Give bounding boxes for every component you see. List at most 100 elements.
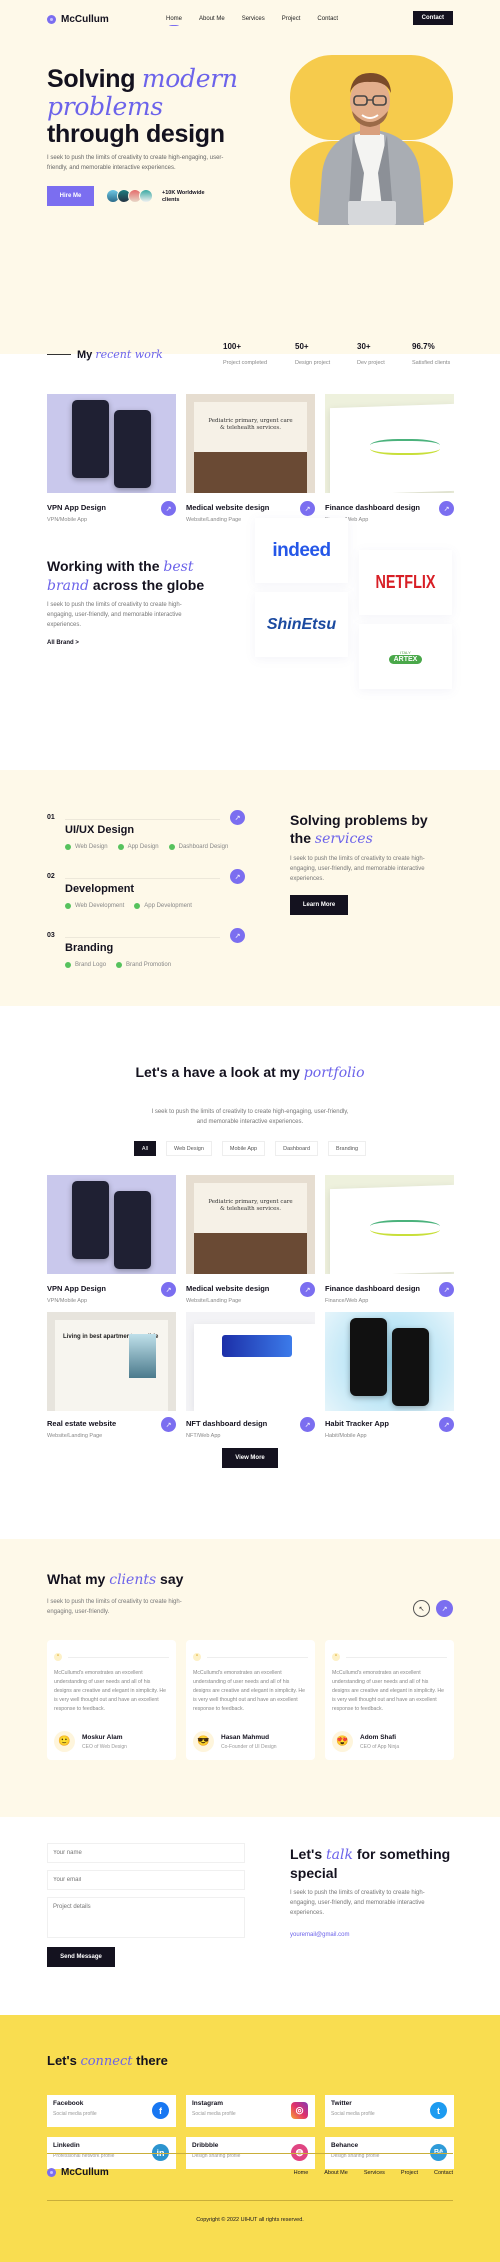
footer-link-contact[interactable]: Contact [434, 2170, 453, 2176]
project-card[interactable]: Medical website designWebsite/Landing Pa… [186, 1175, 315, 1304]
finance-thumbnail [325, 1175, 454, 1274]
person-photo [318, 73, 424, 225]
medical-thumbnail [186, 394, 315, 493]
arrow-icon[interactable]: ↗ [161, 1417, 176, 1432]
contact-section: Send Message Let's talk for something sp… [0, 1817, 500, 2015]
artex-logo: ITALY ARTEX [388, 650, 423, 664]
social-card-facebook[interactable]: Facebook Social media profile f [47, 2095, 176, 2127]
project-card[interactable]: Finance dashboard design Finance/Web App ↗ [325, 1175, 454, 1304]
stat-item: 50+ Design project [295, 342, 331, 366]
services-subtitle: I seek to push the limits of creativity … [290, 856, 425, 882]
contact-subtitle: I seek to push the limits of creativity … [290, 1890, 425, 1916]
portfolio-filters: All Web Design Mobile App Dashboard Bran… [0, 1141, 500, 1156]
arrow-icon[interactable]: ↗ [230, 928, 245, 943]
arrow-icon[interactable]: ↗ [161, 1282, 176, 1297]
filter-mobile-app[interactable]: Mobile App [221, 1141, 266, 1156]
brand-card-netflix: NETFLIX [359, 550, 452, 615]
services-section: 01 ↗ UI/UX Design Web Design App Design Da… [0, 770, 500, 1006]
filter-branding[interactable]: Branding [328, 1141, 367, 1156]
arrow-icon[interactable]: ↗ [300, 1417, 315, 1432]
footer-logo[interactable]: McCullum [47, 2167, 109, 2178]
check-icon [65, 962, 71, 968]
stats: 100+ Project completed 50+ Design project … [223, 342, 450, 369]
project-card[interactable]: Real estate websiteWebsite/Landing Page↗ [47, 1312, 176, 1439]
hero-portrait [290, 55, 453, 225]
contact-button[interactable]: Contact [412, 11, 453, 25]
stat-item: 100+ Project completed [223, 342, 268, 366]
email-field[interactable] [47, 1870, 245, 1890]
recent-work-section: My recent work 100+ Project completed 50+… [0, 330, 500, 523]
shinetsu-logo: ShinEtsu [266, 615, 337, 633]
netflix-logo: NETFLIX [375, 572, 436, 592]
tag: App Design [117, 844, 159, 850]
quote-icon: “ [54, 1653, 62, 1661]
arrow-icon[interactable]: ↗ [439, 1417, 454, 1432]
nav-project[interactable]: Project [282, 16, 301, 22]
stat-item: 96.7% Satisfied clients [412, 342, 451, 366]
brand-logo[interactable]: McCullum [47, 14, 109, 25]
testimonials-title: What my clients say [47, 1571, 184, 1588]
check-icon [134, 903, 141, 909]
project-card[interactable]: VPN App Design VPN/Mobile App ↗ [47, 1175, 176, 1304]
name-field[interactable] [47, 1843, 245, 1863]
nav-contact[interactable]: Contact [317, 16, 338, 22]
indeed-logo: indeed [272, 539, 331, 561]
view-more-button[interactable]: View More [222, 1448, 278, 1468]
testimonial-card: “ McCullumd's emonstrates an excellent u… [186, 1640, 315, 1760]
filter-all[interactable]: All [133, 1141, 157, 1156]
nav-about[interactable]: About Me [199, 16, 225, 22]
habit-thumbnail [325, 1312, 454, 1411]
footer-link-home[interactable]: Home [294, 2170, 309, 2176]
finance-thumbnail [325, 394, 454, 493]
check-icon [65, 844, 71, 850]
medical-thumbnail [186, 1175, 315, 1274]
check-icon [116, 962, 123, 968]
arrow-icon[interactable]: ↗ [230, 810, 245, 825]
all-brand-link[interactable]: All Brand > [47, 640, 79, 646]
testimonials-section: What my clients say I seek to push the l… [0, 1539, 500, 1817]
hire-me-button[interactable]: Hire Me [47, 186, 94, 206]
brand-card-indeed: indeed [255, 518, 348, 583]
nav-home[interactable]: Home [166, 16, 182, 26]
brands-title: Working with the best brand across the g… [47, 558, 205, 594]
avatar: 🙂 [54, 1731, 75, 1752]
facebook-icon: f [152, 2102, 169, 2119]
filter-dashboard[interactable]: Dashboard [275, 1141, 319, 1156]
tag: Dashboard Design [168, 844, 228, 850]
send-message-button[interactable]: Send Message [47, 1947, 115, 1967]
avatar: 😎 [193, 1731, 214, 1752]
project-details-field[interactable] [47, 1897, 245, 1938]
footer-link-about[interactable]: About Me [324, 2170, 348, 2176]
learn-more-button[interactable]: Learn More [290, 895, 348, 915]
project-card[interactable]: Habit Tracker App Habit/Mobile App ↗ [325, 1312, 454, 1439]
email-link[interactable]: youremail@gmail.com [290, 1932, 455, 1938]
brands-subtitle: I seek to push the limits of creativity … [47, 602, 182, 628]
check-icon [117, 844, 124, 850]
prev-arrow-icon[interactable]: ↖ [413, 1600, 430, 1617]
client-avatars [106, 189, 153, 203]
stat-item: 30+ Dev project [357, 342, 385, 366]
filter-web-design[interactable]: Web Design [166, 1141, 212, 1156]
avatar: 😍 [332, 1731, 353, 1752]
footer-link-project[interactable]: Project [401, 2170, 418, 2176]
clients-label: +10K Worldwide clients [162, 190, 205, 203]
arrow-icon[interactable]: ↗ [230, 869, 245, 884]
footer-link-services[interactable]: Services [364, 2170, 385, 2176]
connect-title: Let's connect there [47, 2053, 168, 2069]
copyright: Copyright © 2022 UIHUT all rights reserv… [196, 2217, 304, 2223]
twitter-icon: t [430, 2102, 447, 2119]
hero-subtitle: I seek to push the limits of creativity … [47, 155, 224, 171]
nav-services[interactable]: Services [242, 16, 265, 22]
connect-section: Let's connect there Facebook Social media… [0, 2015, 500, 2262]
next-arrow-icon[interactable]: ↗ [436, 1600, 453, 1617]
arrow-icon[interactable]: ↗ [300, 1282, 315, 1297]
brands-section: Working with the best brand across the g… [0, 500, 500, 770]
portfolio-section: Let's a have a look at my portfolio I se… [0, 1006, 500, 1539]
vpn-thumbnail [47, 394, 176, 493]
arrow-icon[interactable]: ↗ [439, 1282, 454, 1297]
social-card-instagram[interactable]: Instagram Social media profile ◎ [186, 2095, 315, 2127]
social-card-twitter[interactable]: Twitter Social media profile t [325, 2095, 454, 2127]
project-card[interactable]: NFT dashboard design NFT/Web App ↗ [186, 1312, 315, 1439]
contact-title: Let's talk for something special [290, 1846, 451, 1881]
vpn-thumbnail [47, 1175, 176, 1274]
